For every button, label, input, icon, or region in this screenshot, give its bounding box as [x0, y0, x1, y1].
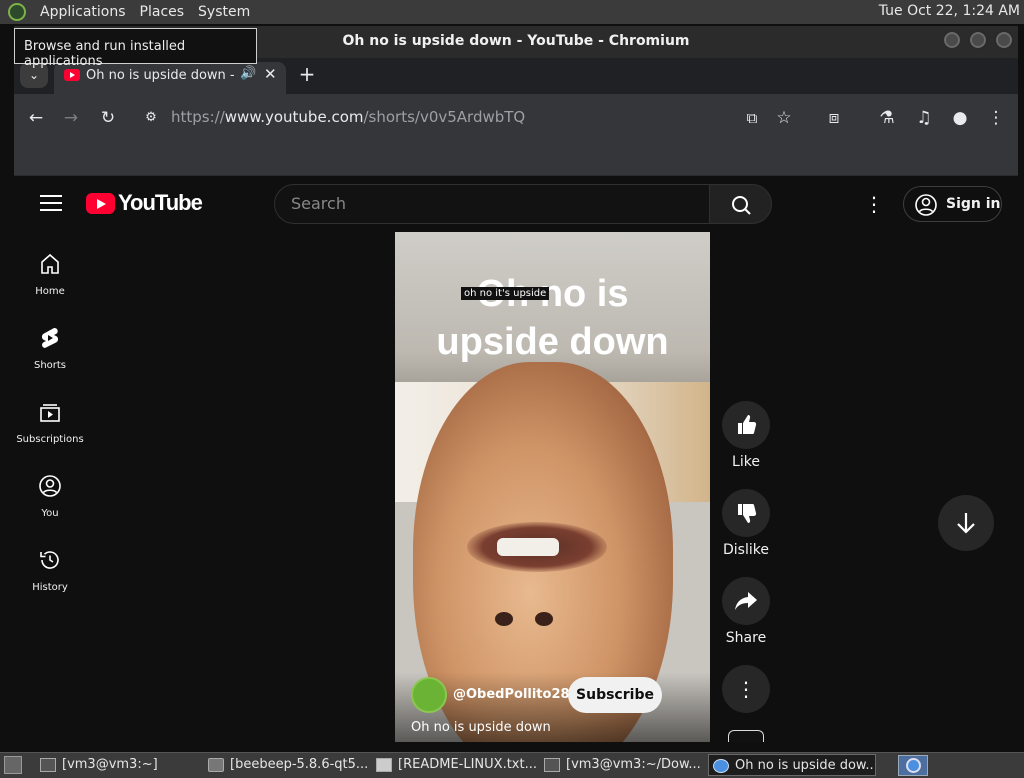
folder-icon — [208, 758, 224, 772]
install-app-icon[interactable]: ⧉ — [738, 104, 766, 132]
distro-logo-icon[interactable] — [8, 3, 26, 21]
search-input[interactable]: Search — [274, 184, 710, 224]
system-menu[interactable]: System — [198, 4, 250, 20]
text-file-icon — [376, 758, 392, 772]
bookmark-star-icon[interactable]: ☆ — [770, 104, 798, 132]
toolbar-extension-area — [14, 142, 1018, 176]
sidebar-item-label: Home — [35, 286, 65, 297]
like-label: Like — [732, 454, 760, 470]
share-label: Share — [725, 630, 767, 646]
share-arrow-icon — [735, 592, 757, 610]
chromium-icon — [713, 759, 729, 773]
site-info-icon[interactable]: ⚙ — [137, 104, 165, 132]
video-frame-teeth — [497, 538, 559, 556]
taskbar-item-label: [README-LINUX.txt.... — [398, 757, 536, 772]
browser-menu-icon[interactable]: ⋮ — [982, 104, 1010, 132]
media-control-icon[interactable]: ♫ — [910, 104, 938, 132]
search-icon — [732, 196, 751, 215]
extensions-icon[interactable]: ⧈ — [820, 104, 848, 132]
more-actions-button[interactable]: ⋮ — [722, 665, 770, 713]
sidebar-item-subscriptions[interactable]: Subscriptions — [14, 400, 86, 460]
youtube-logo-icon[interactable] — [86, 193, 115, 214]
sign-in-label: Sign in — [946, 196, 1001, 212]
dislike-label: Dislike — [723, 542, 769, 558]
sidebar-item-label: Subscriptions — [16, 434, 84, 445]
like-button[interactable] — [722, 401, 770, 449]
window-close-button[interactable] — [994, 30, 1014, 50]
dislike-button[interactable] — [722, 489, 770, 537]
panel-clock[interactable]: Tue Oct 22, 1:24 AM — [879, 3, 1020, 19]
subscribe-button[interactable]: Subscribe — [568, 677, 662, 713]
chromium-icon — [906, 758, 921, 773]
applications-menu[interactable]: Applications — [40, 4, 126, 20]
shorts-icon — [41, 327, 59, 348]
caption-line-2: upside down — [436, 321, 669, 363]
reload-icon[interactable]: ↻ — [94, 104, 122, 132]
you-icon — [39, 475, 61, 497]
tab-title: Oh no is upside down - YouTube — [86, 68, 236, 83]
applications-tooltip: Browse and run installed applications — [14, 28, 257, 69]
youtube-logo-text[interactable]: YouTube — [118, 190, 203, 216]
url-scheme: https:// — [171, 108, 225, 126]
taskbar-item-active[interactable]: Oh no is upside dow... — [708, 754, 876, 776]
arrow-down-icon — [957, 513, 975, 534]
taskbar-item-label: [beebeep-5.8.6-qt5... — [230, 757, 368, 772]
desktop-top-panel: Applications Places System Tue Oct 22, 1… — [0, 0, 1024, 24]
labs-flask-icon[interactable]: ⚗ — [873, 104, 901, 132]
guide-menu-icon[interactable] — [40, 195, 62, 213]
places-menu[interactable]: Places — [140, 4, 185, 20]
account-icon — [915, 194, 937, 216]
taskbar-item[interactable]: [README-LINUX.txt.... — [372, 754, 536, 776]
taskbar-item[interactable]: [beebeep-5.8.6-qt5... — [204, 754, 368, 776]
search-button[interactable] — [709, 184, 772, 224]
history-icon — [40, 551, 59, 569]
sidebar-item-history[interactable]: History — [14, 548, 86, 608]
youtube-favicon-icon — [64, 69, 80, 81]
taskbar-item-label: [vm3@vm3:~/Dow... — [566, 757, 701, 772]
share-button[interactable] — [722, 577, 770, 625]
profile-icon[interactable]: ● — [946, 104, 974, 132]
sidebar-item-you[interactable]: You — [14, 474, 86, 534]
sidebar-item-label: You — [41, 508, 59, 519]
video-hover-tooltip: oh no it's upside — [461, 287, 550, 300]
video-frame-nostril — [495, 612, 513, 626]
subscriptions-icon — [40, 404, 60, 422]
sidebar-item-label: Shorts — [33, 360, 67, 371]
thumbs-down-icon — [738, 504, 757, 523]
terminal-icon — [40, 758, 56, 772]
url-host: www.youtube.com — [224, 108, 364, 126]
taskbar-item-label: Oh no is upside dow... — [735, 758, 876, 773]
channel-avatar[interactable] — [411, 677, 447, 713]
home-icon — [41, 253, 59, 274]
thumbs-up-icon — [738, 415, 757, 434]
sound-thumbnail[interactable] — [728, 730, 764, 742]
channel-name-link[interactable]: @ObedPollito285 — [453, 687, 579, 702]
tab-audio-icon[interactable]: 🔊 — [240, 66, 256, 81]
window-maximize-button[interactable] — [968, 30, 988, 50]
url-text[interactable]: https://www.youtube.com/shorts/v0v5Ardwb… — [171, 108, 525, 126]
back-icon[interactable]: ← — [22, 104, 50, 132]
new-tab-button[interactable]: + — [296, 63, 318, 85]
tab-close-icon[interactable]: ✕ — [264, 65, 277, 83]
video-overlay-caption: Oh no is upside down — [395, 270, 710, 366]
sidebar-item-shorts[interactable]: Shorts — [14, 326, 86, 386]
video-title[interactable]: Oh no is upside down — [411, 720, 551, 735]
window-minimize-button[interactable] — [942, 30, 962, 50]
window-title: Oh no is upside down - YouTube - Chromiu… — [342, 33, 690, 49]
settings-more-icon[interactable]: ⋮ — [864, 192, 884, 216]
video-frame-nostril — [535, 612, 553, 626]
forward-icon[interactable]: → — [57, 104, 85, 132]
sidebar-item-label: History — [32, 582, 68, 593]
taskbar-item-label: [vm3@vm3:~] — [62, 757, 158, 772]
show-desktop-icon[interactable] — [4, 756, 22, 774]
terminal-icon — [544, 758, 560, 772]
sign-in-button[interactable]: Sign in — [903, 186, 1002, 222]
next-video-button[interactable] — [938, 495, 994, 551]
caption-line-1: Oh no is — [476, 273, 629, 315]
workspace-switcher[interactable] — [898, 755, 928, 776]
taskbar-item[interactable]: [vm3@vm3:~/Dow... — [540, 754, 704, 776]
taskbar-item[interactable]: [vm3@vm3:~] — [36, 754, 200, 776]
sidebar-item-home[interactable]: Home — [14, 252, 86, 312]
url-path: /shorts/v0v5ArdwbTQ — [363, 108, 526, 126]
